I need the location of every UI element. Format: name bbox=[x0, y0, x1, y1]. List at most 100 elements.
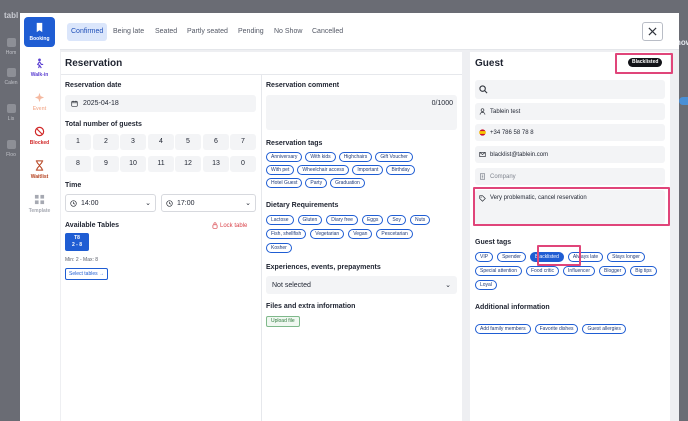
guest-tag-special-attention[interactable]: Special attention bbox=[475, 266, 522, 276]
table-t8[interactable]: T8 2 - 8 bbox=[65, 233, 89, 251]
guest-count-12[interactable]: 12 bbox=[175, 156, 201, 172]
select-tables-button[interactable]: Select tables → bbox=[65, 268, 109, 280]
dietary-diary-free[interactable]: Diary free bbox=[326, 215, 358, 225]
dietary-gluten[interactable]: Gluten bbox=[297, 215, 323, 225]
upload-file-button[interactable]: Upload file bbox=[266, 316, 300, 327]
reservation-tag-party[interactable]: Party bbox=[305, 178, 328, 188]
guest-count-4[interactable]: 4 bbox=[148, 134, 174, 150]
chevron-down-icon: ⌄ bbox=[445, 282, 451, 289]
lock-table-button[interactable]: Lock table bbox=[212, 222, 247, 229]
guest-panel: Guest Blacklisted Tablein test +34 786 5… bbox=[470, 52, 673, 421]
dietary-nuts[interactable]: Nuts bbox=[409, 215, 431, 225]
dietary-list: Lactose Gluten Diary free Eggs Soy Nuts … bbox=[266, 215, 436, 253]
clock-icon bbox=[70, 199, 77, 207]
reservation-tag-highchairs[interactable]: Highchairs bbox=[338, 152, 373, 162]
tab-partly-seated[interactable]: Partly seated bbox=[183, 23, 232, 41]
guest-tag-loyal[interactable]: Loyal bbox=[475, 280, 497, 290]
guest-tag-big-tips[interactable]: Big tips bbox=[630, 266, 657, 276]
guest-count-11[interactable]: 11 bbox=[148, 156, 174, 172]
guest-tag-blogger[interactable]: Blogger bbox=[599, 266, 627, 276]
experiences-label: Experiences, events, prepayments bbox=[266, 264, 381, 271]
bg-nav-floor: Floo bbox=[2, 140, 20, 158]
calendar-icon bbox=[71, 100, 78, 107]
guest-title: Guest bbox=[475, 58, 504, 69]
dietary-lactose[interactable]: Lactose bbox=[266, 215, 294, 225]
min-max-text: Min: 2 - Max: 8 bbox=[65, 257, 99, 263]
time-start-select[interactable]: 14:00 ⌄ bbox=[65, 194, 156, 212]
guest-count-6[interactable]: 6 bbox=[203, 134, 229, 150]
close-button[interactable] bbox=[642, 22, 663, 41]
guest-count-3[interactable]: 3 bbox=[120, 134, 146, 150]
guest-tag-spender[interactable]: Spender bbox=[497, 252, 526, 262]
guest-count-8[interactable]: 8 bbox=[65, 156, 91, 172]
guest-tags-label: Guest tags bbox=[475, 239, 512, 246]
guest-search-field[interactable] bbox=[475, 80, 665, 99]
reservation-tag-with-pet[interactable]: With pet bbox=[266, 165, 295, 175]
status-tabs: Confirmed Being late Seated Partly seate… bbox=[60, 13, 679, 50]
reservation-tag-with-kids[interactable]: With kids bbox=[305, 152, 336, 162]
tab-cancelled[interactable]: Cancelled bbox=[308, 23, 347, 41]
reservation-tag-graduation[interactable]: Graduation bbox=[330, 178, 365, 188]
guest-count-9[interactable]: 9 bbox=[93, 156, 119, 172]
list-icon bbox=[6, 104, 16, 113]
guests-label: Total number of guests bbox=[65, 121, 142, 128]
search-icon bbox=[479, 85, 488, 94]
guest-count-0[interactable]: 0 bbox=[230, 156, 256, 172]
rail-blocked-button[interactable]: Blocked bbox=[24, 121, 55, 151]
guest-count-5[interactable]: 5 bbox=[175, 134, 201, 150]
chevron-down-icon: ⌄ bbox=[145, 200, 151, 207]
dietary-kosher[interactable]: Kosher bbox=[266, 243, 292, 253]
calendar-icon bbox=[6, 68, 16, 77]
tab-seated[interactable]: Seated bbox=[151, 23, 181, 41]
reservation-modal: Confirmed Being late Seated Partly seate… bbox=[60, 13, 679, 421]
rail-event-button[interactable]: Event bbox=[24, 87, 55, 117]
guest-email-field[interactable]: blacklist@tablein.com bbox=[475, 146, 665, 163]
highlight-badge-box bbox=[615, 53, 673, 74]
dietary-fish-shellfish[interactable]: Fish, shellfish bbox=[266, 229, 307, 239]
guest-count-10[interactable]: 10 bbox=[120, 156, 146, 172]
guest-company-field[interactable]: Company bbox=[475, 168, 665, 185]
guest-phone-field[interactable]: +34 786 58 78 8 bbox=[475, 124, 665, 141]
guest-tag-food-critic[interactable]: Food critic bbox=[525, 266, 560, 276]
experiences-value: Not selected bbox=[272, 281, 311, 289]
rail-walk-in-button[interactable]: Walk-in bbox=[24, 53, 55, 83]
bg-nav-home: Hom bbox=[2, 38, 20, 56]
reservation-tag-birthday[interactable]: Birthday bbox=[386, 165, 415, 175]
guest-count-13[interactable]: 13 bbox=[203, 156, 229, 172]
guest-name-field[interactable]: Tablein test bbox=[475, 103, 665, 120]
experiences-select[interactable]: Not selected ⌄ bbox=[266, 276, 457, 294]
rail-template-button[interactable]: Template bbox=[24, 189, 55, 219]
guest-tag-vip[interactable]: VIP bbox=[475, 252, 494, 262]
tab-pending[interactable]: Pending bbox=[234, 23, 268, 41]
guest-allergies-button[interactable]: Guest allergies bbox=[582, 324, 626, 334]
reservation-comment-field[interactable]: 0/1000 bbox=[266, 95, 457, 130]
dietary-soy[interactable]: Soy bbox=[387, 215, 406, 225]
time-label: Time bbox=[65, 182, 82, 189]
reservation-date-field[interactable]: 2025-04-18 bbox=[65, 95, 256, 112]
add-family-members-button[interactable]: Add family members bbox=[475, 324, 531, 334]
dietary-vegetarian[interactable]: Vegetarian bbox=[310, 229, 345, 239]
reservation-tag-hotel-guest[interactable]: Hotel Guest bbox=[266, 178, 303, 188]
reservation-tag-gift-voucher[interactable]: Gift Voucher bbox=[375, 152, 413, 162]
dietary-vegan[interactable]: Vegan bbox=[348, 229, 373, 239]
guest-tag-influencer[interactable]: Influencer bbox=[563, 266, 596, 276]
reservation-tag-anniversary[interactable]: Anniversary bbox=[266, 152, 303, 162]
dietary-pescetarian[interactable]: Pescetarian bbox=[376, 229, 413, 239]
rail-booking-button[interactable]: Booking bbox=[24, 17, 55, 47]
guest-count-7[interactable]: 7 bbox=[230, 134, 256, 150]
reservation-tag-wheelchair-access[interactable]: Wheelchair access bbox=[297, 165, 350, 175]
reservation-tag-important[interactable]: Important bbox=[352, 165, 384, 175]
rail-waitlist-button[interactable]: Waitlist bbox=[24, 155, 55, 185]
tab-being-late[interactable]: Being late bbox=[109, 23, 148, 41]
dietary-eggs[interactable]: Eggs bbox=[361, 215, 384, 225]
favorite-dishes-button[interactable]: Favorite dishes bbox=[534, 324, 579, 334]
building-icon bbox=[480, 173, 485, 180]
clock-icon bbox=[166, 199, 173, 207]
time-end-select[interactable]: 17:00 ⌄ bbox=[161, 194, 256, 212]
available-tables-label: Available Tables bbox=[65, 222, 120, 229]
guest-tag-stays-longer[interactable]: Stays longer bbox=[607, 252, 645, 262]
guest-count-1[interactable]: 1 bbox=[65, 134, 91, 150]
tab-confirmed[interactable]: Confirmed bbox=[67, 23, 108, 41]
guest-count-2[interactable]: 2 bbox=[93, 134, 119, 150]
tab-no-show[interactable]: No Show bbox=[270, 23, 306, 41]
